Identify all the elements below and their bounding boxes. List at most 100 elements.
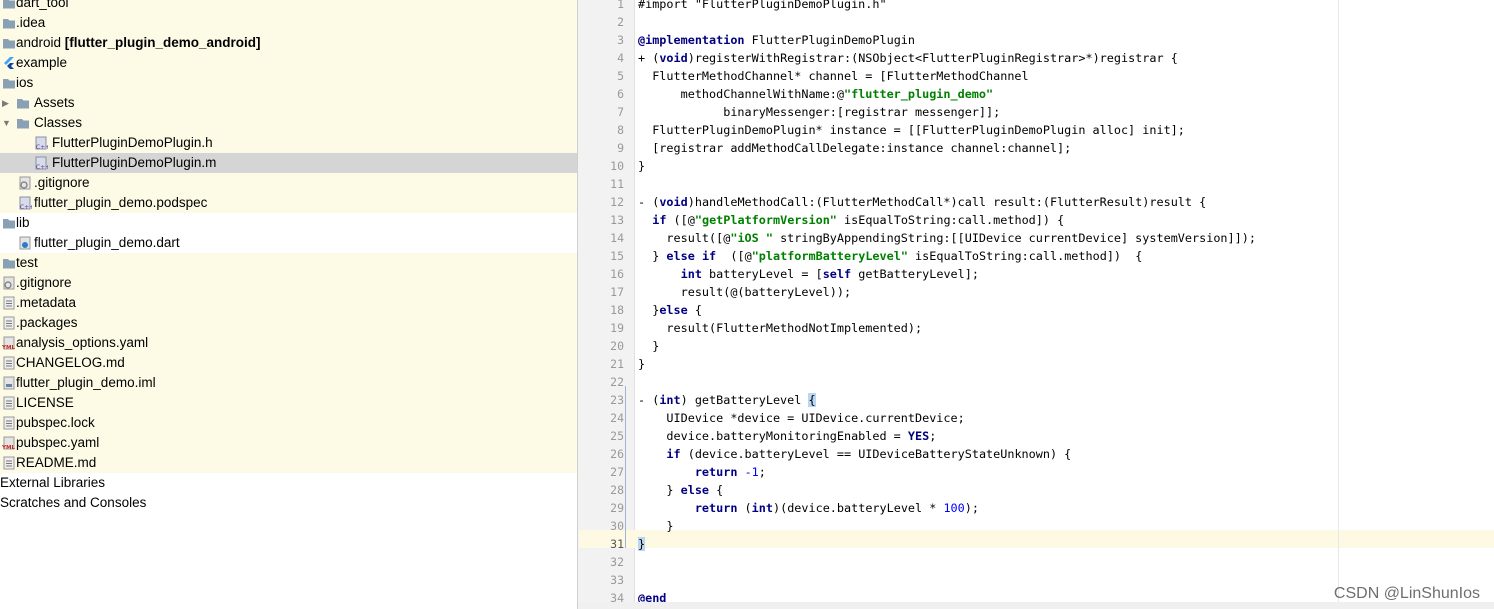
tree-item[interactable]: pubspec.lock	[0, 413, 577, 433]
tree-item-label: pubspec.yaml	[16, 435, 100, 450]
tree-item-label: .idea	[16, 15, 46, 30]
line-number: 20	[610, 339, 624, 353]
tree-item[interactable]: dart_tool	[0, 0, 577, 13]
tree-item[interactable]: .gitignore	[0, 173, 577, 193]
line-number: 16	[610, 267, 624, 281]
line-number: 7	[617, 105, 624, 119]
tree-item[interactable]: ▶ Assets	[0, 93, 577, 113]
tree-item-label: dart_tool	[16, 0, 69, 10]
tree-item[interactable]: README.md	[0, 453, 577, 473]
code-line[interactable]: }	[638, 535, 646, 553]
tree-item-label: analysis_options.yaml	[16, 335, 149, 350]
code-line[interactable]: if (device.batteryLevel == UIDeviceBatte…	[638, 445, 1071, 463]
iml-file-icon	[2, 376, 16, 390]
code-line[interactable]: FlutterMethodChannel* channel = [Flutter…	[638, 67, 1028, 85]
code-line[interactable]: int batteryLevel = [self getBatteryLevel…	[638, 265, 979, 283]
code-line[interactable]: methodChannelWithName:@"flutter_plugin_d…	[638, 85, 994, 103]
line-number: 10	[610, 159, 624, 173]
tree-item[interactable]: Scratches and Consoles	[0, 493, 577, 513]
tree-item-label: CHANGELOG.md	[16, 355, 125, 370]
line-number: 13	[610, 213, 624, 227]
line-number: 3	[617, 33, 624, 47]
code-line[interactable]: + (void)registerWithRegistrar:(NSObject<…	[638, 49, 1178, 67]
svg-text:YML: YML	[2, 345, 15, 350]
code-line[interactable]: if ([@"getPlatformVersion" isEqualToStri…	[638, 211, 1064, 229]
tree-item[interactable]: C++ FlutterPluginDemoPlugin.m	[0, 153, 577, 173]
code-line[interactable]: [registrar addMethodCallDelegate:instanc…	[638, 139, 1071, 157]
flutter-icon	[2, 56, 16, 70]
code-line[interactable]: result(@(batteryLevel));	[638, 283, 851, 301]
code-line[interactable]: FlutterPluginDemoPlugin* instance = [[Fl…	[638, 121, 1185, 139]
tree-item[interactable]: flutter_plugin_demo.iml	[0, 373, 577, 393]
line-number: 19	[610, 321, 624, 335]
line-number: 28	[610, 483, 624, 497]
yaml-file-icon: YML	[1, 436, 16, 451]
code-line[interactable]: #import "FlutterPluginDemoPlugin.h"	[638, 0, 887, 13]
tree-item[interactable]: ios	[0, 73, 577, 93]
svg-text:C++: C++	[36, 144, 48, 150]
tree-item-label: .gitignore	[34, 175, 90, 190]
code-line[interactable]: }else {	[638, 301, 702, 319]
tree-item[interactable]: C++ flutter_plugin_demo.podspec	[0, 193, 577, 213]
line-number: 30	[610, 519, 624, 533]
tree-item-label: flutter_plugin_demo.iml	[16, 375, 156, 390]
tree-item[interactable]: LICENSE	[0, 393, 577, 413]
code-line[interactable]: return -1;	[638, 463, 766, 481]
tree-item[interactable]: CHANGELOG.md	[0, 353, 577, 373]
tree-item[interactable]: .metadata	[0, 293, 577, 313]
dart-file-icon	[18, 236, 32, 250]
line-number: 6	[617, 87, 624, 101]
cpp-file-icon: C++	[34, 136, 50, 151]
horizontal-scrollbar[interactable]	[578, 602, 1494, 609]
code-line[interactable]: }	[638, 355, 645, 373]
code-line[interactable]: } else if ([@"platformBatteryLevel" isEq…	[638, 247, 1142, 265]
tree-item-label: example	[16, 55, 68, 70]
yaml-file-icon: YML	[1, 336, 16, 351]
tree-item[interactable]: android [flutter_plugin_demo_android]	[0, 33, 577, 53]
code-line[interactable]: - (void)handleMethodCall:(FlutterMethodC…	[638, 193, 1206, 211]
code-line[interactable]: result(FlutterMethodNotImplemented);	[638, 319, 922, 337]
code-line[interactable]: UIDevice *device = UIDevice.currentDevic…	[638, 409, 964, 427]
text-file-icon	[2, 356, 16, 370]
tree-item-label: test	[16, 255, 38, 270]
code-line[interactable]: return (int)(device.batteryLevel * 100);	[638, 499, 979, 517]
tree-item[interactable]: .idea	[0, 13, 577, 33]
line-number: 27	[610, 465, 624, 479]
cpp-file-icon: C++	[18, 196, 34, 211]
line-number: 25	[610, 429, 624, 443]
tree-item[interactable]: test	[0, 253, 577, 273]
line-number: 29	[610, 501, 624, 515]
tree-item[interactable]: lib	[0, 213, 577, 233]
code-line[interactable]: }	[638, 157, 645, 175]
line-number: 12	[610, 195, 624, 209]
tree-item-label: android [flutter_plugin_demo_android]	[16, 35, 261, 50]
line-number: 15	[610, 249, 624, 263]
code-line[interactable]: - (int) getBatteryLevel {	[638, 391, 816, 409]
expand-arrow-icon[interactable]: ▶	[2, 93, 9, 113]
tree-item[interactable]: External Libraries	[0, 473, 577, 493]
line-number: 24	[610, 411, 624, 425]
folder-icon	[2, 76, 16, 90]
line-number: 14	[610, 231, 624, 245]
tree-item[interactable]: C++ FlutterPluginDemoPlugin.h	[0, 133, 577, 153]
tree-item[interactable]: example	[0, 53, 577, 73]
code-block-guide	[625, 386, 626, 548]
tree-item[interactable]: flutter_plugin_demo.dart	[0, 233, 577, 253]
code-line[interactable]: device.batteryMonitoringEnabled = YES;	[638, 427, 936, 445]
tree-item-label: .metadata	[16, 295, 77, 310]
tree-item[interactable]: YML analysis_options.yaml	[0, 333, 577, 353]
tree-item-label: flutter_plugin_demo.dart	[34, 235, 180, 250]
tree-item[interactable]: .packages	[0, 313, 577, 333]
code-line[interactable]: binaryMessenger:[registrar messenger]];	[638, 103, 1000, 121]
tree-item[interactable]: .gitignore	[0, 273, 577, 293]
code-line[interactable]: result([@"iOS " stringByAppendingString:…	[638, 229, 1256, 247]
code-line[interactable]: @implementation FlutterPluginDemoPlugin	[638, 31, 915, 49]
tree-item[interactable]: YML pubspec.yaml	[0, 433, 577, 453]
code-line[interactable]: }	[638, 337, 659, 355]
collapse-arrow-icon[interactable]: ▼	[2, 113, 11, 133]
text-file-icon	[2, 396, 16, 410]
tree-item-label: pubspec.lock	[16, 415, 95, 430]
code-line[interactable]: }	[638, 517, 673, 535]
code-line[interactable]: } else {	[638, 481, 723, 499]
tree-item[interactable]: ▼ Classes	[0, 113, 577, 133]
